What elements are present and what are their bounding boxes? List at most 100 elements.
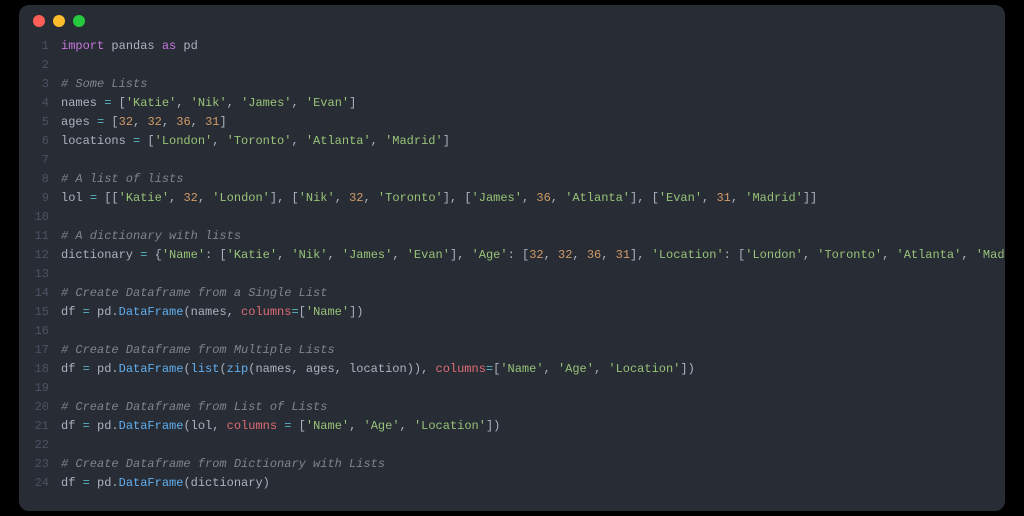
token: 32 xyxy=(183,191,197,205)
code-line[interactable] xyxy=(61,151,1005,170)
token: = xyxy=(90,191,97,205)
code-line[interactable]: # Create Dataframe from Multiple Lists xyxy=(61,341,1005,360)
token: , xyxy=(212,134,226,148)
close-icon[interactable] xyxy=(33,15,45,27)
code-line[interactable]: ages = [32, 32, 36, 31] xyxy=(61,113,1005,132)
token: 'Evan' xyxy=(306,96,349,110)
token: , xyxy=(522,191,536,205)
code-line[interactable]: names = ['Katie', 'Nik', 'James', 'Evan'… xyxy=(61,94,1005,113)
token: 31 xyxy=(716,191,730,205)
token: 32 xyxy=(349,191,363,205)
token: , xyxy=(371,134,385,148)
line-number: 5 xyxy=(19,113,49,132)
line-number: 19 xyxy=(19,379,49,398)
code-line[interactable] xyxy=(61,436,1005,455)
code-line[interactable]: df = pd.DataFrame(lol, columns = ['Name'… xyxy=(61,417,1005,436)
token: 'Katie' xyxy=(227,248,277,262)
line-number: 11 xyxy=(19,227,49,246)
token: 32 xyxy=(119,115,133,129)
code-content[interactable]: import pandas as pd # Some Lists names = … xyxy=(61,37,1005,493)
token: ], xyxy=(630,248,652,262)
token: 'Toronto' xyxy=(817,248,882,262)
code-line[interactable]: # Create Dataframe from List of Lists xyxy=(61,398,1005,417)
token: 'Atlanta' xyxy=(306,134,371,148)
token: zip xyxy=(227,362,249,376)
token: df xyxy=(61,419,83,433)
code-line[interactable]: import pandas as pd xyxy=(61,37,1005,56)
token: 'Age' xyxy=(558,362,594,376)
token: 'London' xyxy=(745,248,803,262)
token: 'Location' xyxy=(608,362,680,376)
line-number: 6 xyxy=(19,132,49,151)
token: ] xyxy=(219,115,226,129)
code-line[interactable] xyxy=(61,56,1005,75)
token: 'James' xyxy=(342,248,392,262)
code-line[interactable]: # A dictionary with lists xyxy=(61,227,1005,246)
code-line[interactable] xyxy=(61,208,1005,227)
token: 'Name' xyxy=(500,362,543,376)
token: 'Name' xyxy=(306,419,349,433)
token: 'Evan' xyxy=(407,248,450,262)
token: , xyxy=(176,96,190,110)
token: [ xyxy=(291,419,305,433)
token: ]) xyxy=(680,362,694,376)
token: ]) xyxy=(486,419,500,433)
token: ], [ xyxy=(443,191,472,205)
token: , xyxy=(544,362,558,376)
token: pd. xyxy=(90,305,119,319)
token: # Create Dataframe from a Single List xyxy=(61,286,327,300)
token: as xyxy=(162,39,176,53)
token: ], xyxy=(450,248,472,262)
token: (lol, xyxy=(183,419,226,433)
code-line[interactable] xyxy=(61,322,1005,341)
token: 36 xyxy=(536,191,550,205)
token: 36 xyxy=(587,248,601,262)
editor-area[interactable]: 123456789101112131415161718192021222324 … xyxy=(19,37,1005,511)
token: locations xyxy=(61,134,133,148)
code-line[interactable]: df = pd.DataFrame(names, columns=['Name'… xyxy=(61,303,1005,322)
line-number: 3 xyxy=(19,75,49,94)
code-line[interactable] xyxy=(61,265,1005,284)
line-number: 9 xyxy=(19,189,49,208)
token: df xyxy=(61,305,83,319)
code-line[interactable]: locations = ['London', 'Toronto', 'Atlan… xyxy=(61,132,1005,151)
token: ] xyxy=(443,134,450,148)
code-line[interactable] xyxy=(61,379,1005,398)
token: = xyxy=(83,419,90,433)
code-line[interactable]: df = pd.DataFrame(list(zip(names, ages, … xyxy=(61,360,1005,379)
token: # A list of lists xyxy=(61,172,183,186)
token: 36 xyxy=(176,115,190,129)
code-line[interactable]: # Some Lists xyxy=(61,75,1005,94)
token: [ xyxy=(111,96,125,110)
token: : [ xyxy=(724,248,746,262)
token: ]] xyxy=(803,191,817,205)
token: 'Name' xyxy=(306,305,349,319)
line-number: 12 xyxy=(19,246,49,265)
code-line[interactable]: dictionary = {'Name': ['Katie', 'Nik', '… xyxy=(61,246,1005,265)
token: pd. xyxy=(90,419,119,433)
token: columns xyxy=(227,419,277,433)
code-line[interactable]: # Create Dataframe from a Single List xyxy=(61,284,1005,303)
code-line[interactable]: df = pd.DataFrame(dictionary) xyxy=(61,474,1005,493)
token: DataFrame xyxy=(119,362,184,376)
token: # Some Lists xyxy=(61,77,147,91)
token: 'Nik' xyxy=(191,96,227,110)
token: , xyxy=(335,191,349,205)
token: 'Madrid' xyxy=(976,248,1005,262)
code-line[interactable]: # A list of lists xyxy=(61,170,1005,189)
token: (dictionary) xyxy=(183,476,269,490)
token: ] xyxy=(349,96,356,110)
token: import xyxy=(61,39,104,53)
token: ]) xyxy=(349,305,363,319)
token: pd. xyxy=(90,476,119,490)
token: 'Age' xyxy=(364,419,400,433)
token: [ xyxy=(299,305,306,319)
token: , xyxy=(961,248,975,262)
token: DataFrame xyxy=(119,476,184,490)
minimize-icon[interactable] xyxy=(53,15,65,27)
code-line[interactable]: lol = [['Katie', 32, 'London'], ['Nik', … xyxy=(61,189,1005,208)
token: , xyxy=(400,419,414,433)
maximize-icon[interactable] xyxy=(73,15,85,27)
token: df xyxy=(61,476,83,490)
code-line[interactable]: # Create Dataframe from Dictionary with … xyxy=(61,455,1005,474)
